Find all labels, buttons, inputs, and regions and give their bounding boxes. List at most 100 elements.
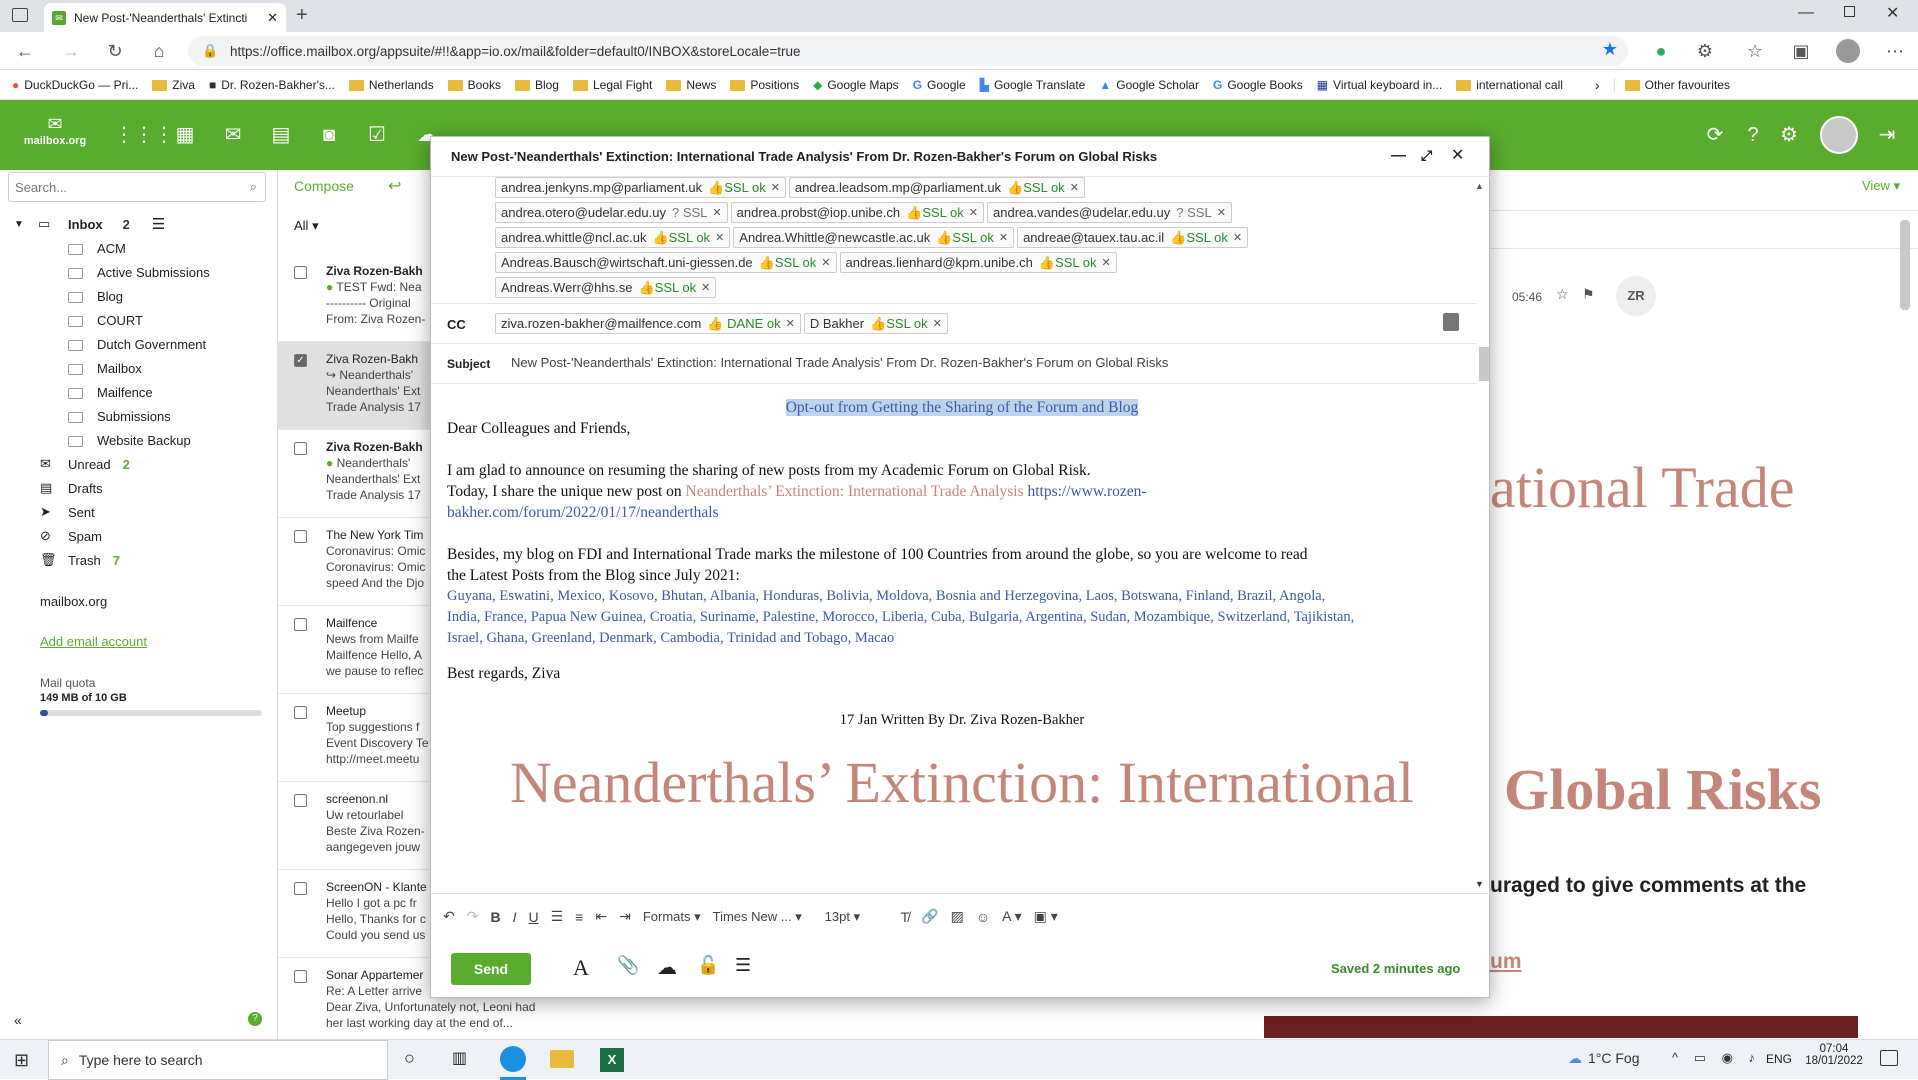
- recipient-chip[interactable]: andrea.vandes@udelar.edu.uy? SSL ✕: [987, 202, 1232, 223]
- subfolder-item[interactable]: Mailbox: [0, 356, 278, 380]
- subject-field[interactable]: New Post-'Neanderthals' Extinction: Inte…: [511, 355, 1168, 370]
- list-item[interactable]: Ziva Rozen-Bakh ● Neanderthals' Neandertha…: [278, 430, 430, 518]
- url-field[interactable]: 🔒 https://office.mailbox.org/appsuite/#!…: [188, 36, 1628, 66]
- recipient-chip[interactable]: andreas.lienhard@kpm.unibe.ch 👍SSL ok ✕: [839, 252, 1117, 273]
- chevron-down-icon[interactable]: ▼: [14, 219, 38, 230]
- optout-link[interactable]: Opt-out from Getting the Sharing of the …: [785, 399, 1139, 416]
- close-compose-icon[interactable]: ✕: [1451, 145, 1464, 165]
- calendar-icon[interactable]: ▤: [268, 122, 294, 148]
- search-icon[interactable]: ⌕: [250, 179, 257, 195]
- reply-icon[interactable]: ↩: [388, 176, 401, 196]
- user-avatar[interactable]: [1820, 116, 1858, 154]
- add-email-account-link[interactable]: Add email account: [40, 634, 147, 649]
- recipient-chip[interactable]: Andreas.Werr@hhs.se 👍SSL ok ✕: [495, 277, 717, 298]
- more-icon[interactable]: ⋯: [1884, 40, 1906, 62]
- back-icon[interactable]: ←: [14, 40, 36, 62]
- font-family-dropdown[interactable]: Times New ... ▾: [713, 909, 813, 925]
- tray-icons[interactable]: ^ ▭ ◉ ♪: [1672, 1050, 1761, 1066]
- minimize-compose-icon[interactable]: —: [1391, 147, 1406, 164]
- weather-widget[interactable]: ☁ 1°C Fog: [1568, 1050, 1640, 1067]
- countries-links[interactable]: Guyana, Eswatini, Mexico, Kosovo, Bhutan…: [447, 586, 1477, 649]
- list-item[interactable]: ScreenON - Klante Hello I got a pc fr Hell…: [278, 870, 430, 958]
- folder-unread[interactable]: ✉ Unread 2: [0, 452, 278, 476]
- link-icon[interactable]: 🔗: [921, 908, 938, 925]
- text-format-icon[interactable]: A: [573, 955, 589, 981]
- list-item[interactable]: screenon.nl Uw retourlabel Beste Ziva Roze…: [278, 782, 430, 870]
- chevron-right-icon[interactable]: ›: [1595, 77, 1600, 93]
- settings-gear-icon[interactable]: ⚙: [1776, 122, 1802, 148]
- subfolder-item[interactable]: Active Submissions: [0, 260, 278, 284]
- bold-icon[interactable]: B: [490, 909, 500, 925]
- window-menu-icon[interactable]: [12, 8, 28, 22]
- list-item-selected[interactable]: ✓ Ziva Rozen-Bakh ↪ Neanderthals' Neanderth…: [278, 342, 430, 430]
- image-icon[interactable]: ▨: [951, 908, 964, 925]
- encryption-lock-icon[interactable]: 🔓: [697, 955, 719, 976]
- edge-browser-icon[interactable]: [500, 1046, 526, 1072]
- excel-icon[interactable]: X: [600, 1048, 624, 1072]
- bookmark-item[interactable]: Blog: [514, 78, 559, 92]
- contacts-icon[interactable]: ◙: [316, 122, 342, 148]
- forward-icon[interactable]: →: [60, 40, 82, 62]
- bookmark-item[interactable]: Netherlands: [348, 78, 434, 92]
- filter-all-dropdown[interactable]: All ▾: [294, 218, 319, 234]
- folder-inbox[interactable]: ▼ ▭ Inbox 2 ☰: [0, 212, 278, 236]
- app-launcher-icon[interactable]: ⋮⋮⋮: [114, 122, 174, 148]
- file-explorer-icon[interactable]: [550, 1050, 574, 1068]
- collapse-sidebar-icon[interactable]: «: [14, 1012, 22, 1028]
- bookmark-item[interactable]: News: [666, 78, 716, 92]
- indent-icon[interactable]: ⇥: [619, 908, 631, 925]
- list-item[interactable]: The New York Tim Coronavirus: Omic Coronav…: [278, 518, 430, 606]
- post-url-link[interactable]: https://www.rozen-: [1027, 483, 1146, 500]
- recipient-chip[interactable]: andreae@tauex.tau.ac.il 👍SSL ok ✕: [1017, 227, 1249, 248]
- clear-format-icon[interactable]: T̸: [901, 909, 910, 925]
- recipient-chip[interactable]: andrea.otero@udelar.edu.uy? SSL ✕: [495, 202, 728, 223]
- cortana-icon[interactable]: ○: [404, 1048, 415, 1069]
- checkbox[interactable]: [294, 882, 307, 895]
- recipient-chip[interactable]: andrea.jenkyns.mp@parliament.uk 👍SSL ok ✕: [495, 177, 786, 198]
- post-title-link[interactable]: Neanderthals’ Extinction: International …: [686, 483, 1024, 500]
- subfolder-item[interactable]: Blog: [0, 284, 278, 308]
- portal-icon[interactable]: ▦: [172, 122, 198, 148]
- view-dropdown[interactable]: View ▾: [1862, 178, 1900, 194]
- bookmark-item[interactable]: G Google Books: [1213, 78, 1303, 92]
- checkbox[interactable]: [294, 530, 307, 543]
- scrollbar-thumb[interactable]: [1479, 347, 1489, 381]
- bookmark-item[interactable]: Positions: [730, 78, 799, 92]
- checkbox[interactable]: [294, 618, 307, 631]
- message-body-editor[interactable]: Opt-out from Getting the Sharing of the …: [447, 397, 1477, 907]
- new-tab-icon[interactable]: +: [296, 4, 308, 27]
- font-size-dropdown[interactable]: 13pt ▾: [825, 909, 889, 925]
- recipient-chip[interactable]: Andreas.Bausch@wirtschaft.uni-giessen.de…: [495, 252, 837, 273]
- reload-icon[interactable]: ↻: [104, 40, 126, 62]
- recipient-chip[interactable]: D Bakher 👍SSL ok ✕: [803, 313, 948, 334]
- collections-icon[interactable]: ▣: [1790, 40, 1812, 62]
- bookmark-item[interactable]: G Google: [913, 78, 966, 92]
- bookmark-item[interactable]: ▲ Google Scholar: [1099, 78, 1199, 92]
- undo-icon[interactable]: ↶: [443, 908, 455, 925]
- address-book-icon[interactable]: [1443, 313, 1459, 331]
- outdent-icon[interactable]: ⇤: [595, 908, 607, 925]
- cloud-icon[interactable]: ☁: [657, 955, 677, 980]
- underline-icon[interactable]: U: [528, 909, 538, 925]
- checked-checkbox[interactable]: ✓: [294, 354, 307, 367]
- attachment-icon[interactable]: 📎: [617, 955, 639, 976]
- help-icon[interactable]: ?: [1740, 122, 1766, 148]
- star-icon[interactable]: ☆: [1556, 286, 1569, 303]
- subfolder-item[interactable]: Dutch Government: [0, 332, 278, 356]
- bookmark-item[interactable]: ▦ Virtual keyboard in...: [1317, 78, 1443, 92]
- search-input[interactable]: Search... ⌕: [8, 172, 266, 202]
- expand-compose-icon[interactable]: ⤢: [1421, 147, 1432, 164]
- bookmark-item[interactable]: Ziva: [152, 78, 195, 92]
- recipient-chip[interactable]: andrea.probst@iop.unibe.ch 👍SSL ok ✕: [730, 202, 984, 223]
- extensions-icon[interactable]: ⚙: [1694, 40, 1716, 62]
- bookmark-item[interactable]: Other favourites: [1613, 77, 1730, 92]
- checkbox[interactable]: [294, 442, 307, 455]
- folder-menu-icon[interactable]: ☰: [152, 215, 165, 233]
- checkbox[interactable]: [294, 266, 307, 279]
- scroll-down-icon[interactable]: ▼: [1475, 879, 1484, 889]
- windows-start-icon[interactable]: ⊞: [14, 1050, 29, 1071]
- recipient-chip[interactable]: Andrea.Whittle@newcastle.ac.uk 👍SSL ok ✕: [733, 227, 1015, 248]
- list-item[interactable]: Mailfence News from Mailfe Mailfence Hello…: [278, 606, 430, 694]
- scrollbar-thumb[interactable]: [1900, 220, 1910, 310]
- task-view-icon[interactable]: ▥: [452, 1048, 467, 1068]
